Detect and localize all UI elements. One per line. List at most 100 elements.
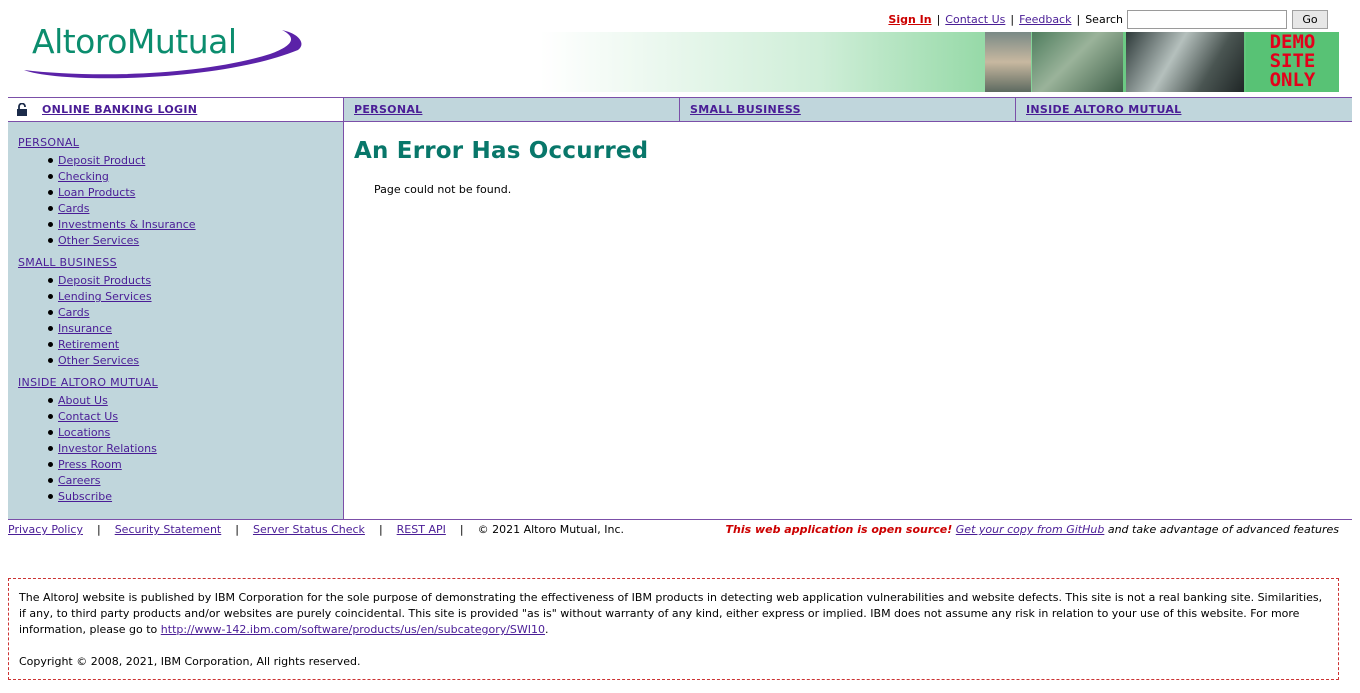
banner-photo-keyboard	[1032, 32, 1123, 92]
list-item: Locations	[48, 426, 343, 442]
demo-site-badge: DEMO SITE ONLY	[1246, 32, 1339, 92]
list-item: Retirement	[48, 338, 343, 354]
contact-us-link[interactable]: Contact Us	[945, 13, 1005, 26]
list-item: Other Services	[48, 354, 343, 370]
sidebar-link[interactable]: Retirement	[58, 338, 119, 351]
list-item: Investments & Insurance	[48, 218, 343, 234]
header-banner: DEMO SITE ONLY	[540, 32, 1339, 92]
separator: |	[459, 523, 464, 536]
list-item: Press Room	[48, 458, 343, 474]
separator: |	[96, 523, 101, 536]
error-message: Page could not be found.	[374, 183, 512, 196]
privacy-policy-link[interactable]: Privacy Policy	[8, 523, 83, 536]
lock-icon	[17, 103, 27, 116]
security-statement-link[interactable]: Security Statement	[115, 523, 222, 536]
nav-tab-personal: PERSONAL	[343, 98, 679, 121]
list-item: Other Services	[48, 234, 343, 250]
banner-photo-woman	[985, 32, 1031, 92]
open-source-text: This web application is open source!	[725, 523, 953, 536]
logo-wordmark: AltoroMutual	[32, 22, 237, 61]
server-status-link[interactable]: Server Status Check	[253, 523, 365, 536]
ibm-copyright: Copyright © 2008, 2021, IBM Corporation,…	[19, 655, 361, 668]
disclaimer-period: .	[545, 623, 549, 636]
sidebar-link[interactable]: Investor Relations	[58, 442, 157, 455]
open-source-note: This web application is open source! Get…	[726, 523, 1340, 536]
sidebar-link[interactable]: Cards	[58, 202, 89, 215]
go-button[interactable]: Go	[1292, 9, 1328, 29]
logo-bold: Altoro	[32, 22, 127, 61]
nav-personal-link[interactable]: PERSONAL	[354, 103, 422, 116]
sidebar-link[interactable]: Press Room	[58, 458, 122, 471]
separator: |	[235, 523, 239, 536]
footer: Privacy Policy | Security Statement | Se…	[8, 519, 1352, 539]
sidebar-link[interactable]: Careers	[58, 474, 101, 487]
list-item: Deposit Product	[48, 154, 343, 170]
sidebar-heading[interactable]: INSIDE ALTORO MUTUAL	[18, 376, 343, 394]
sidebar-link[interactable]: Other Services	[58, 234, 139, 247]
sidebar-section-small-business: SMALL BUSINESS Deposit Products Lending …	[18, 256, 343, 370]
list-item: Lending Services	[48, 290, 343, 306]
sidebar-list: Deposit Product Checking Loan Products C…	[18, 154, 343, 250]
feedback-link[interactable]: Feedback	[1019, 13, 1071, 26]
sidebar-link[interactable]: Contact Us	[58, 410, 118, 423]
sidebar-link[interactable]: Lending Services	[58, 290, 152, 303]
top-links: Sign In | Contact Us | Feedback | Search…	[888, 9, 1328, 29]
github-link[interactable]: Get your copy from GitHub	[956, 523, 1105, 536]
nav-login-cell: ONLINE BANKING LOGIN	[8, 98, 343, 121]
sidebar: PERSONAL Deposit Product Checking Loan P…	[8, 122, 344, 519]
list-item: About Us	[48, 394, 343, 410]
sidebar-link[interactable]: Deposit Products	[58, 274, 151, 287]
sidebar-section-inside: INSIDE ALTORO MUTUAL About Us Contact Us…	[18, 376, 343, 506]
nav-tab-small-business: SMALL BUSINESS	[679, 98, 1015, 121]
list-item: Contact Us	[48, 410, 343, 426]
separator: |	[378, 523, 383, 536]
main-nav: ONLINE BANKING LOGIN PERSONAL SMALL BUSI…	[8, 97, 1352, 122]
demo-line: ONLY	[1269, 69, 1316, 91]
logo-light: Mutual	[126, 22, 237, 61]
sidebar-link[interactable]: Insurance	[58, 322, 112, 335]
separator: |	[1076, 12, 1081, 26]
list-item: Deposit Products	[48, 274, 343, 290]
sidebar-link[interactable]: Checking	[58, 170, 109, 183]
nav-tab-inside: INSIDE ALTORO MUTUAL	[1015, 98, 1352, 121]
main-content: An Error Has Occurred Page could not be …	[354, 138, 648, 196]
list-item: Cards	[48, 202, 343, 218]
sidebar-heading[interactable]: PERSONAL	[18, 136, 343, 154]
separator: |	[1010, 12, 1015, 26]
sidebar-link[interactable]: Subscribe	[58, 490, 112, 503]
banner-photo-team	[1126, 32, 1244, 92]
rest-api-link[interactable]: REST API	[397, 523, 446, 536]
nav-small-business-link[interactable]: SMALL BUSINESS	[690, 103, 801, 116]
ibm-info-link[interactable]: http://www-142.ibm.com/software/products…	[161, 623, 545, 636]
list-item: Cards	[48, 306, 343, 322]
sidebar-link[interactable]: Cards	[58, 306, 89, 319]
sidebar-section-personal: PERSONAL Deposit Product Checking Loan P…	[18, 136, 343, 250]
list-item: Investor Relations	[48, 442, 343, 458]
list-item: Subscribe	[48, 490, 343, 506]
list-item: Checking	[48, 170, 343, 186]
sidebar-list: Deposit Products Lending Services Cards …	[18, 274, 343, 370]
nav-inside-link[interactable]: INSIDE ALTORO MUTUAL	[1026, 103, 1182, 116]
disclaimer-box: The AltoroJ website is published by IBM …	[8, 578, 1339, 680]
altoro-mutual-logo[interactable]: AltoroMutual	[20, 20, 304, 82]
sidebar-heading[interactable]: SMALL BUSINESS	[18, 256, 343, 274]
search-label: Search	[1085, 12, 1123, 26]
sidebar-link[interactable]: Locations	[58, 426, 110, 439]
sidebar-link[interactable]: Investments & Insurance	[58, 218, 196, 231]
list-item: Insurance	[48, 322, 343, 338]
sidebar-link[interactable]: Deposit Product	[58, 154, 145, 167]
sidebar-list: About Us Contact Us Locations Investor R…	[18, 394, 343, 506]
sign-in-link[interactable]: Sign In	[888, 13, 931, 26]
sidebar-link[interactable]: Other Services	[58, 354, 139, 367]
disclaimer-text: The AltoroJ website is published by IBM …	[19, 590, 1328, 638]
sidebar-link[interactable]: About Us	[58, 394, 108, 407]
page-title: An Error Has Occurred	[354, 138, 649, 164]
open-source-tail: and take advantage of advanced features	[1107, 523, 1339, 536]
list-item: Loan Products	[48, 186, 343, 202]
separator: |	[936, 12, 941, 26]
search-input[interactable]	[1127, 9, 1287, 29]
online-banking-login-link[interactable]: ONLINE BANKING LOGIN	[42, 103, 197, 116]
sidebar-link[interactable]: Loan Products	[58, 186, 135, 199]
footer-copyright: © 2021 Altoro Mutual, Inc.	[477, 523, 624, 536]
list-item: Careers	[48, 474, 343, 490]
